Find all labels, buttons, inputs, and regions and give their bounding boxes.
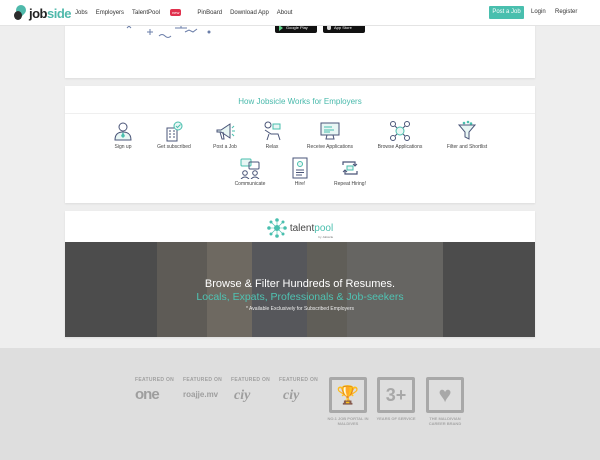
logo-talent: talent (289, 222, 315, 234)
how-it-works-card: How Jobsicle Works for Employers Sign up… (65, 86, 535, 203)
login-link[interactable]: Login (531, 9, 546, 15)
talentpool-note: * Available Exclusively for Subscribed E… (245, 306, 354, 312)
talentpool-network-icon (267, 218, 287, 238)
relax-icon (264, 121, 281, 141)
trophy-icon: 🏆 (329, 377, 367, 413)
step-label: Receive Applications (306, 144, 354, 150)
logo-by: by Jobsicle (318, 234, 334, 239)
logo-mark-icon (13, 2, 29, 21)
nav-talentpool[interactable]: TalentPool new (132, 9, 189, 16)
logo-pool: pool (314, 222, 334, 234)
featured-on-label: FEATURED ON (279, 377, 319, 383)
heart-icon: ♥ (426, 377, 464, 413)
footer: FEATURED ON FEATURED ON FEATURED ON FEAT… (0, 348, 600, 460)
repeat-icon (342, 161, 358, 175)
divider (65, 113, 535, 114)
new-badge: new (170, 9, 182, 16)
featured-on-label: FEATURED ON (135, 377, 175, 383)
nav-about[interactable]: About (277, 9, 293, 16)
jobsicle-logo[interactable]: jobside (13, 2, 72, 22)
nav-links: Jobs Employers TalentPool new PinBoard Do… (75, 9, 300, 16)
press-logo-one[interactable]: one (135, 386, 160, 403)
award-caption: NO.1 JOB PORTAL IN MALDIVES (327, 416, 369, 426)
user-icon (114, 122, 132, 141)
step-label: Filter and Shortlist (446, 144, 488, 150)
nav-talentpool-label: TalentPool (132, 9, 161, 16)
logo-text-side: side (47, 5, 72, 21)
step-filter-and-shortlist: Filter and Shortlist (427, 120, 507, 150)
talentpool-subheadline: Locals, Expats, Professionals & Job-seek… (196, 291, 404, 303)
nav-pinboard[interactable]: PinBoard (197, 9, 222, 16)
top-navbar: jobside Jobs Employers TalentPool new Pin… (0, 0, 600, 26)
talentpool-logo[interactable]: talentpool by Jobsicle (65, 216, 535, 240)
talentpool-card: talentpool by Jobsicle Browse & Filter Hu… (65, 211, 535, 337)
press-logo-roajje[interactable]: roajje.mv (183, 390, 218, 399)
people-network-icon (390, 121, 410, 141)
press-logo-ciy[interactable]: ciy (234, 388, 250, 404)
press-logo-ciy[interactable]: ciy (283, 388, 299, 404)
step-repeat-hiring: Repeat Hiring! (310, 157, 390, 187)
document-icon (292, 157, 308, 179)
featured-on-label: FEATURED ON (231, 377, 271, 383)
how-it-works-title: How Jobsicle Works for Employers (238, 97, 362, 106)
monitor-icon (320, 122, 340, 140)
featured-on-label: FEATURED ON (183, 377, 223, 383)
award-caption: YEARS OF SERVICE (376, 416, 416, 421)
post-a-job-button[interactable]: Post a Job (489, 6, 524, 19)
nav-employers[interactable]: Employers (96, 9, 124, 16)
step-receive-applications: Receive Applications (290, 120, 370, 150)
talentpool-banner[interactable]: Browse & Filter Hundreds of Resumes. Loc… (65, 242, 535, 337)
building-check-icon (166, 121, 183, 142)
nav-download-app[interactable]: Download App (230, 9, 269, 16)
register-link[interactable]: Register (555, 9, 577, 15)
nav-jobs[interactable]: Jobs (75, 9, 88, 16)
award-caption: THE MALDIVIAN CAREER BRAND (428, 416, 462, 426)
step-label: Repeat Hiring! (334, 181, 366, 187)
logo-text-job: job (29, 5, 48, 21)
chat-icon (240, 158, 260, 179)
filter-icon (457, 120, 477, 140)
years-badge-icon: 3+ (377, 377, 415, 413)
talentpool-headline: Browse & Filter Hundreds of Resumes. (204, 278, 396, 290)
